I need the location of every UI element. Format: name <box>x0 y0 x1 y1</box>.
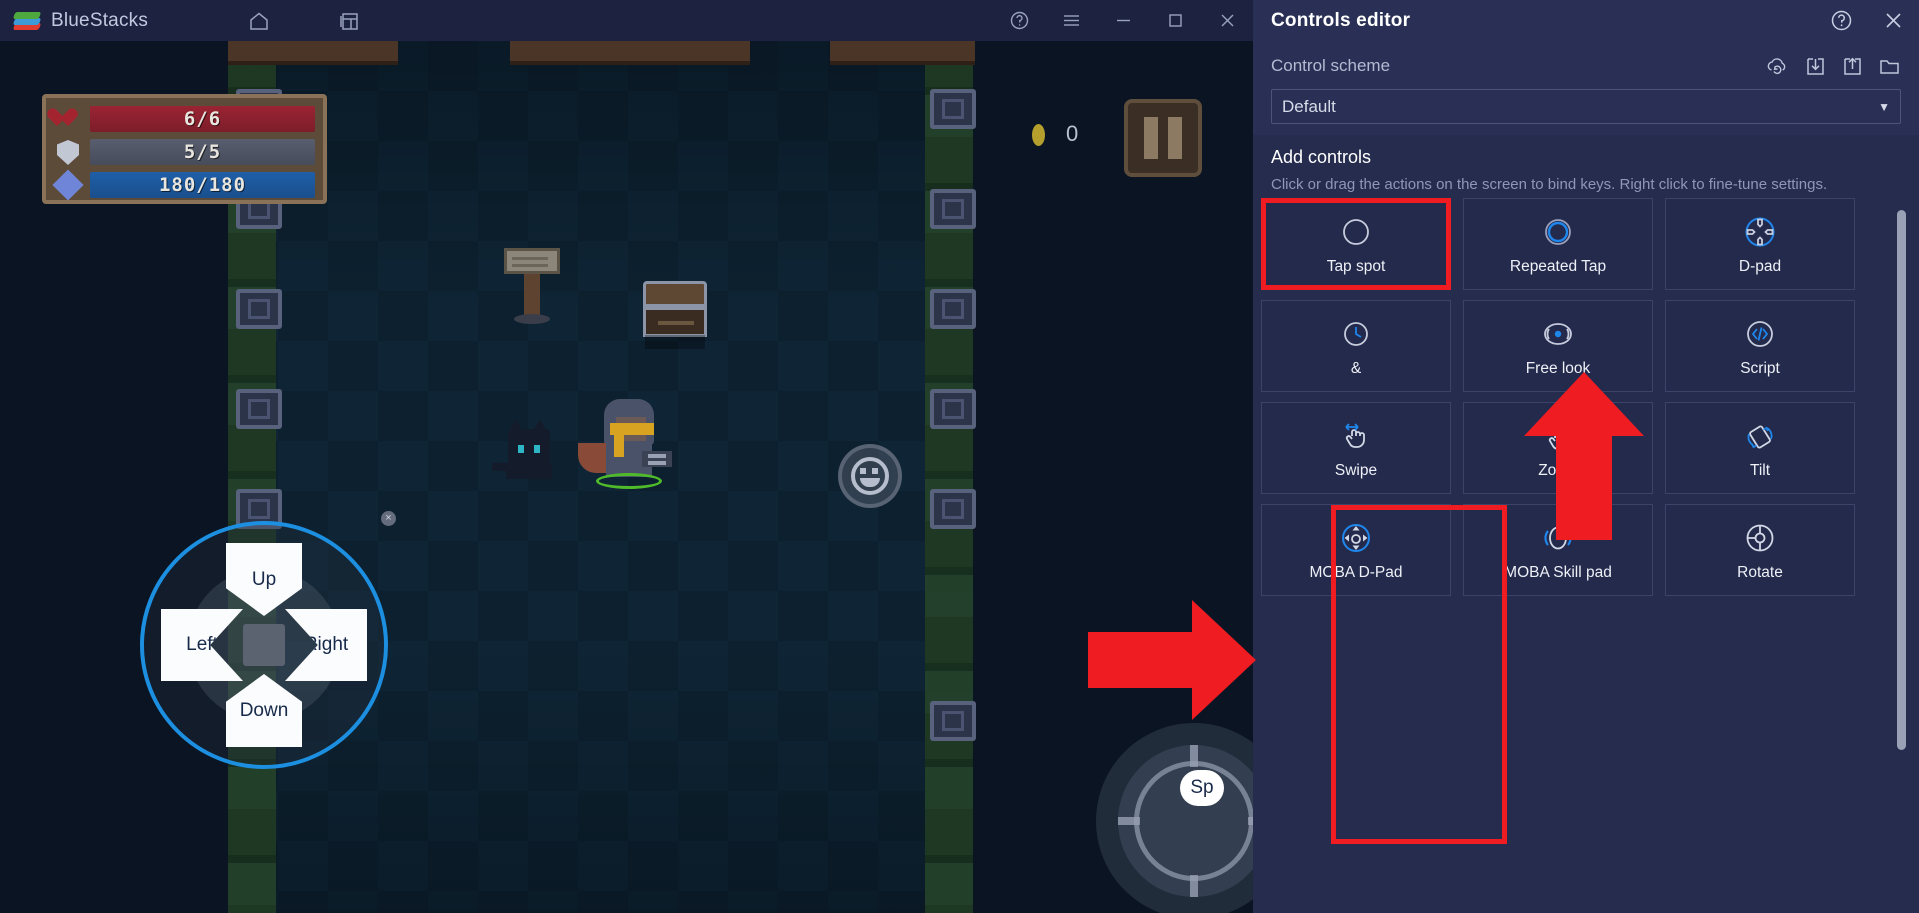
script-icon <box>1740 314 1780 354</box>
rotate-icon <box>1740 518 1780 558</box>
game-crate <box>930 289 976 329</box>
panel-title: Controls editor <box>1271 9 1411 31</box>
dpad-overlay[interactable]: Up Down Left Right <box>140 521 388 769</box>
control-cell-rotate[interactable]: Rotate <box>1665 504 1855 596</box>
control-cell-label: MOBA D-Pad <box>1309 564 1403 582</box>
game-beam <box>830 41 975 65</box>
joystick-key-chip[interactable]: Sp <box>1180 770 1224 806</box>
control-scheme-label: Control scheme <box>1271 56 1391 75</box>
control-cell-tilt[interactable]: Tilt <box>1665 402 1855 494</box>
cloud-sync-icon[interactable] <box>1765 54 1790 79</box>
emote-button[interactable] <box>838 444 902 508</box>
window-controls <box>993 0 1253 41</box>
control-cell-moba-dpad[interactable]: MOBA D-Pad <box>1261 504 1451 596</box>
game-crate <box>930 489 976 529</box>
dpad-hub <box>243 624 285 666</box>
control-scheme-section: Control scheme Default ▼ <box>1253 41 1919 135</box>
free-look-icon <box>1538 314 1578 354</box>
game-signpost <box>504 248 560 326</box>
companion-cat <box>492 419 556 485</box>
player-hud: 6/6 5/5 180/180 <box>42 94 327 204</box>
tap-spot-icon <box>1336 212 1376 252</box>
dpad-icon <box>1740 212 1780 252</box>
add-controls-section: Add controls Click or drag the actions o… <box>1253 135 1919 196</box>
folder-icon[interactable] <box>1878 55 1901 78</box>
panel-close-icon[interactable] <box>1867 0 1919 41</box>
control-cell-label: Tilt <box>1749 462 1771 480</box>
add-controls-title: Add controls <box>1271 147 1372 167</box>
game-crate <box>930 389 976 429</box>
shield-icon <box>54 138 82 166</box>
health-value: 6/6 <box>90 106 315 132</box>
control-cell-label: MOBA Skill pad <box>1504 564 1612 582</box>
tap-and-hold-icon <box>1336 314 1376 354</box>
app-name: BlueStacks <box>51 9 149 31</box>
control-cell-tap-spot[interactable]: Tap spot <box>1261 198 1451 290</box>
control-cell-label: Swipe <box>1334 462 1378 480</box>
control-cell-label: Rotate <box>1737 564 1783 582</box>
game-beam <box>510 41 750 65</box>
control-cell-label: Script <box>1740 360 1780 378</box>
coin-count: 0 <box>1066 121 1079 146</box>
repeated-tap-icon <box>1538 212 1578 252</box>
moba-dpad-icon <box>1336 518 1376 558</box>
game-chest <box>643 281 707 349</box>
annotation-arrow-right <box>1088 600 1256 720</box>
multi-instance-icon[interactable] <box>323 0 375 41</box>
import-icon[interactable] <box>1804 55 1827 78</box>
export-icon[interactable] <box>1841 55 1864 78</box>
home-icon[interactable] <box>233 0 285 41</box>
control-scheme-value: Default <box>1282 96 1336 116</box>
bluestacks-logo-icon <box>12 11 42 31</box>
control-cell-repeated-tap[interactable]: Repeated Tap <box>1463 198 1653 290</box>
game-viewport[interactable]: × 6/6 5/5 180/180 0 Up Down Left Right S… <box>0 41 1253 913</box>
hud-shield-row: 5/5 <box>54 138 315 166</box>
game-crate <box>236 389 282 429</box>
panel-header: Controls editor <box>1253 0 1919 41</box>
game-crate <box>930 89 976 129</box>
game-beam <box>228 41 398 65</box>
annotation-arrow-up <box>1524 372 1644 540</box>
minimize-icon[interactable] <box>1097 0 1149 41</box>
pause-button[interactable] <box>1124 99 1202 177</box>
shield-value: 5/5 <box>90 139 315 165</box>
control-scheme-select[interactable]: Default ▼ <box>1271 89 1901 124</box>
control-cell-label: D-pad <box>1738 258 1782 276</box>
close-icon[interactable] <box>1201 0 1253 41</box>
bluestacks-window: BlueStacks × 6/6 5/5 180/180 0 Up Down L… <box>0 0 1507 913</box>
game-wall-right <box>925 41 973 913</box>
swipe-icon <box>1336 416 1376 456</box>
control-cell-tap-and-hold[interactable]: & <box>1261 300 1451 392</box>
chevron-down-icon: ▼ <box>1878 99 1890 114</box>
menu-icon[interactable] <box>1045 0 1097 41</box>
game-crate <box>930 189 976 229</box>
game-crate <box>236 289 282 329</box>
joystick-overlay[interactable] <box>1096 723 1253 913</box>
gem-icon <box>52 169 84 201</box>
screen-root: BlueStacks × 6/6 5/5 180/180 0 Up Down L… <box>0 0 1919 913</box>
hud-mana-row: 180/180 <box>52 169 315 201</box>
controls-scrollbar[interactable] <box>1897 210 1906 750</box>
coin-icon <box>1032 124 1045 146</box>
hud-health-row: 6/6 <box>54 105 315 133</box>
player-character <box>578 399 672 489</box>
control-cell-label: Repeated Tap <box>1509 258 1607 276</box>
control-cell-script[interactable]: Script <box>1665 300 1855 392</box>
game-crate <box>930 701 976 741</box>
control-cell-label: & <box>1350 360 1362 378</box>
help-icon[interactable] <box>993 0 1045 41</box>
control-cell-label: Tap spot <box>1326 258 1386 276</box>
heart-icon <box>54 105 82 133</box>
control-cell-dpad[interactable]: D-pad <box>1665 198 1855 290</box>
panel-help-icon[interactable] <box>1815 0 1867 41</box>
maximize-icon[interactable] <box>1149 0 1201 41</box>
mana-value: 180/180 <box>90 172 315 198</box>
tilt-icon <box>1740 416 1780 456</box>
control-cell-swipe[interactable]: Swipe <box>1261 402 1451 494</box>
bluestacks-titlebar: BlueStacks <box>0 0 1253 41</box>
add-controls-description: Click or drag the actions on the screen … <box>1271 176 1828 193</box>
